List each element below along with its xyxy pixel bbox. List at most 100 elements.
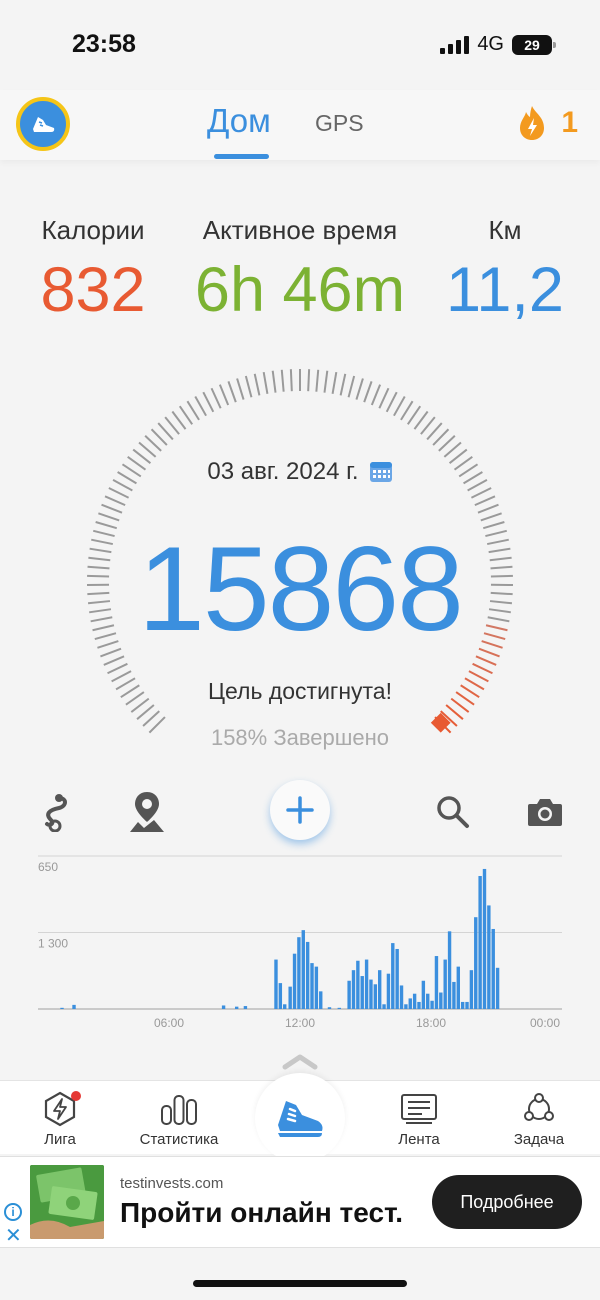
- chart-bar: [319, 991, 323, 1009]
- gauge-tick: [136, 704, 155, 720]
- gauge-tick: [236, 378, 245, 400]
- status-bar: 23:58 4G 29: [0, 0, 600, 90]
- chart-bar: [408, 998, 412, 1009]
- notification-dot: [71, 1091, 81, 1101]
- search-icon: [437, 796, 469, 828]
- gauge-tick: [474, 495, 496, 507]
- chart-bar: [443, 959, 447, 1009]
- chart-y-tick-label: 1 300: [38, 937, 68, 951]
- ad-cta-button[interactable]: Подробнее: [432, 1175, 582, 1229]
- km-value: 11,2: [446, 255, 564, 325]
- gauge-tick: [218, 384, 230, 406]
- streak-count: 1: [561, 106, 578, 139]
- chart-bar: [288, 986, 292, 1009]
- nav-task[interactable]: Задача: [484, 1091, 594, 1148]
- stat-calories[interactable]: Калории 832: [18, 215, 168, 326]
- chart-bar: [364, 959, 369, 1009]
- chart-bar: [221, 1005, 226, 1009]
- tab-home[interactable]: Дом: [207, 102, 271, 140]
- status-time: 23:58: [72, 30, 136, 58]
- nav-feed-label: Лента: [398, 1131, 440, 1148]
- stat-km[interactable]: Км 11,2: [430, 215, 580, 326]
- gauge-tick: [355, 378, 364, 400]
- chart-bar: [495, 967, 500, 1009]
- gauge-tick: [194, 396, 207, 417]
- chart-x-tick-label: 00:00: [530, 1016, 560, 1030]
- ad-close-icon[interactable]: ✕: [5, 1223, 22, 1248]
- chart-bar: [412, 993, 417, 1009]
- active-time-label: Активное время: [202, 215, 398, 245]
- tab-home-indicator: [214, 154, 269, 159]
- chart-bar: [373, 984, 378, 1009]
- task-icon: [524, 1093, 554, 1121]
- ad-image[interactable]: [30, 1165, 104, 1239]
- sneaker-icon: [33, 117, 55, 132]
- chart-bar: [369, 979, 373, 1009]
- home-indicator[interactable]: [193, 1280, 407, 1287]
- top-nav: Дом GPS 1: [0, 90, 600, 160]
- chart-bar: [487, 905, 491, 1009]
- chart-x-tick-label: 12:00: [285, 1016, 315, 1030]
- chart-bar: [491, 928, 495, 1009]
- gauge-date-row[interactable]: 03 авг. 2024 г.: [0, 458, 600, 486]
- map-tool[interactable]: [125, 790, 169, 834]
- camera-tool[interactable]: [523, 790, 567, 834]
- ad-banner[interactable]: i ✕ testinvests.com Пройти онлайн тест. …: [0, 1156, 600, 1248]
- gauge-tick: [363, 381, 373, 403]
- tool-row: [0, 780, 600, 850]
- gauge-tick: [413, 410, 429, 430]
- tab-gps[interactable]: GPS: [315, 110, 364, 137]
- gauge-tick: [244, 375, 253, 398]
- chart-bar: [452, 981, 456, 1009]
- chart-bar: [421, 980, 426, 1009]
- nav-stats[interactable]: Статистика: [124, 1091, 234, 1148]
- chart-bar: [314, 966, 319, 1009]
- calendar-icon[interactable]: [369, 460, 393, 484]
- chart-x-tick-label: 18:00: [416, 1016, 446, 1030]
- search-tool[interactable]: [431, 790, 475, 834]
- stat-active-time[interactable]: Активное время 6h 46m: [190, 215, 410, 326]
- chart-bar: [310, 963, 314, 1009]
- completion-percent: 158% Завершено: [210, 725, 390, 750]
- gauge-tick: [378, 387, 390, 409]
- chart-bar: [465, 1001, 469, 1009]
- gauge-tick: [101, 503, 123, 514]
- nav-feed[interactable]: Лента: [364, 1091, 474, 1148]
- chart-bar: [382, 1004, 386, 1009]
- add-button[interactable]: [270, 780, 330, 840]
- ad-domain: testinvests.com: [120, 1175, 224, 1192]
- feed-icon: [401, 1094, 437, 1124]
- profile-avatar[interactable]: [16, 97, 70, 151]
- chart-bar: [469, 970, 474, 1009]
- chart-bar: [274, 959, 278, 1009]
- chart-bar: [305, 941, 310, 1009]
- gauge-tick: [347, 375, 356, 398]
- streak[interactable]: 1: [515, 104, 578, 142]
- chart-bar: [347, 980, 351, 1009]
- gauge-tick: [107, 662, 128, 675]
- gauge-tick: [339, 373, 347, 396]
- nav-league[interactable]: Лига: [5, 1091, 115, 1148]
- signal-icon: [440, 35, 470, 54]
- gauge-tick: [178, 405, 194, 425]
- gauge-tick: [186, 400, 200, 421]
- gauge-tick: [307, 369, 311, 392]
- chevron-up-icon[interactable]: [282, 1052, 318, 1070]
- money-image: [30, 1165, 104, 1239]
- gauge-tick: [210, 387, 222, 409]
- chart-bar: [301, 930, 305, 1009]
- chart-bar: [474, 917, 478, 1009]
- chart-bar: [292, 953, 297, 1009]
- nav-task-label: Задача: [513, 1131, 565, 1148]
- gauge-tick: [315, 369, 320, 392]
- gauge-tick: [289, 369, 293, 392]
- gauge-tick: [331, 371, 338, 394]
- goal-status: Цель достигнута!: [208, 678, 392, 704]
- gauge-tick: [370, 384, 382, 406]
- nav-steps-center[interactable]: [255, 1073, 345, 1163]
- route-icon: [45, 794, 67, 832]
- battery-icon: 29: [512, 34, 556, 55]
- chart-bar: [386, 973, 391, 1009]
- route-tool[interactable]: [33, 790, 77, 834]
- ad-info-icon[interactable]: i: [4, 1203, 22, 1221]
